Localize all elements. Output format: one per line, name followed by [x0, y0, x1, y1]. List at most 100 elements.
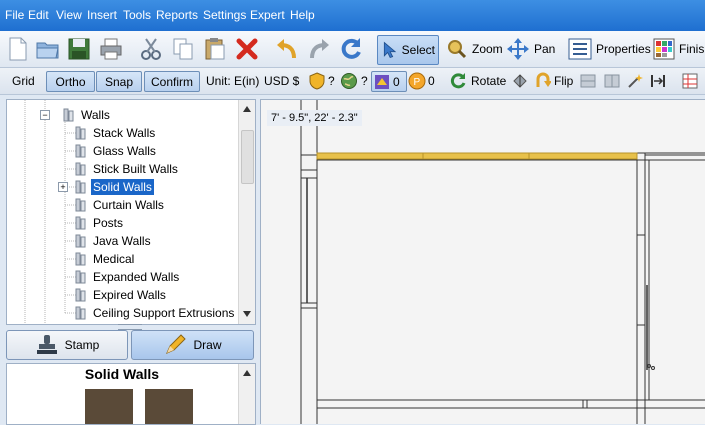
scroll-up-icon[interactable]	[242, 369, 252, 377]
rotate-icon	[450, 73, 466, 89]
drawing-canvas[interactable]	[260, 99, 705, 424]
tree-item-label: Solid Walls	[91, 179, 154, 195]
menu-edit[interactable]: Edit	[28, 8, 49, 22]
wall-finish-swatch[interactable]	[145, 389, 193, 424]
properties-list-icon	[568, 38, 592, 60]
wall-item-icon	[75, 126, 86, 140]
item-preview-panel: Solid Walls	[6, 363, 256, 425]
report-grid-icon[interactable]	[682, 73, 698, 89]
menu-view[interactable]: View	[56, 8, 82, 22]
open-folder-icon[interactable]	[35, 36, 61, 62]
finish-label: Finish	[679, 42, 705, 56]
expand-icon[interactable]: +	[58, 182, 68, 192]
tree-item[interactable]: Java Walls	[60, 232, 153, 250]
refresh-icon[interactable]	[338, 36, 364, 62]
collapse-icon[interactable]: −	[40, 110, 50, 120]
redo-icon[interactable]	[306, 36, 332, 62]
tree-item-label: Java Walls	[93, 234, 151, 248]
placement-mode-bar: Stamp Draw	[6, 330, 254, 360]
rotate-button[interactable]: Rotate	[450, 72, 506, 89]
layers-icon	[375, 74, 389, 89]
tree-item-label: Medical	[93, 252, 135, 266]
tree-scrollbar[interactable]	[238, 100, 255, 324]
magnifier-icon	[448, 40, 467, 59]
tree-scroll-thumb[interactable]	[241, 130, 254, 184]
flip-button[interactable]: Flip	[535, 72, 573, 89]
ortho-toggle[interactable]: Ortho	[46, 71, 95, 92]
wall-item-icon	[75, 288, 86, 302]
new-file-icon[interactable]	[5, 36, 31, 62]
scroll-up-icon[interactable]	[242, 105, 252, 113]
delete-icon[interactable]	[234, 36, 260, 62]
split-vertical-icon[interactable]	[604, 73, 620, 89]
preview-scrollbar[interactable]	[238, 364, 255, 424]
wall-item-icon	[75, 234, 86, 248]
tree-item[interactable]: Medical	[60, 250, 136, 268]
pan-arrows-icon	[507, 38, 529, 60]
finish-button[interactable]: Finish	[653, 35, 705, 63]
tree-item[interactable]: Curtain Walls	[60, 196, 166, 214]
catalog-tree: − Walls Stack Walls Glass Walls Stick Buil…	[6, 99, 256, 325]
svg-text:P: P	[414, 77, 421, 88]
zoom-tool-button[interactable]: Zoom	[446, 35, 503, 63]
properties-label: Properties	[596, 42, 651, 56]
pencil-icon	[166, 334, 187, 354]
tree-item[interactable]: Expired Walls	[60, 286, 168, 304]
cursor-arrow-icon	[383, 41, 397, 58]
menu-tools[interactable]: Tools	[123, 8, 151, 22]
tree-item[interactable]: Stack Walls	[60, 124, 157, 142]
select-tool-button[interactable]: Select	[377, 35, 439, 65]
rotate-label: Rotate	[471, 73, 507, 88]
select-label: Select	[401, 43, 435, 57]
globe-icon[interactable]	[340, 72, 358, 90]
tree-item-label: Stack Walls	[93, 126, 156, 140]
wall-folder-icon	[63, 108, 74, 122]
cut-icon[interactable]	[138, 36, 164, 62]
save-icon[interactable]	[66, 36, 92, 62]
menu-insert[interactable]: Insert	[87, 8, 117, 22]
print-icon[interactable]	[98, 36, 124, 62]
layer-count-toggle[interactable]: 0	[371, 71, 407, 92]
highlighted-wall-segment[interactable]	[316, 152, 638, 160]
scroll-down-icon[interactable]	[242, 310, 252, 318]
option-bar: Grid Ortho Snap Confirm Unit: E(in) USD …	[0, 68, 705, 95]
tree-item[interactable]: Posts	[60, 214, 125, 232]
price-coin-icon[interactable]: P	[408, 72, 426, 90]
menu-settings[interactable]: Settings	[203, 8, 246, 22]
tree-item[interactable]: Stick Built Walls	[60, 160, 180, 178]
snap-toggle[interactable]: Snap	[96, 71, 142, 92]
paste-icon[interactable]	[202, 36, 228, 62]
pan-tool-button[interactable]: Pan	[506, 35, 555, 63]
confirm-toggle[interactable]: Confirm	[144, 71, 200, 92]
tree-node-walls[interactable]: − Walls	[40, 106, 112, 124]
undo-icon[interactable]	[274, 36, 300, 62]
wall-item-icon	[75, 216, 86, 230]
shield-icon[interactable]	[308, 72, 326, 90]
unit-label[interactable]: Unit: E(in)	[206, 74, 259, 88]
layer-count: 0	[393, 74, 400, 89]
tree-item[interactable]: Ceiling Support Extrusions	[60, 304, 236, 322]
copy-icon[interactable]	[170, 36, 196, 62]
mirror-icon[interactable]	[512, 73, 528, 89]
tree-item[interactable]: Expanded Walls	[60, 268, 181, 286]
split-horizontal-icon[interactable]	[580, 73, 596, 89]
align-icon[interactable]	[650, 73, 666, 89]
draw-label: Draw	[193, 338, 222, 352]
tree-item[interactable]: Glass Walls	[60, 142, 158, 160]
wall-finish-swatch[interactable]	[85, 389, 133, 424]
tree-item-label: Expired Walls	[93, 288, 166, 302]
menu-file[interactable]: File	[5, 8, 24, 22]
properties-button[interactable]: Properties	[568, 35, 651, 63]
wall-item-icon	[75, 162, 86, 176]
menu-help[interactable]: Help	[290, 8, 315, 22]
magic-wand-icon[interactable]	[627, 73, 643, 89]
menu-reports[interactable]: Reports	[156, 8, 198, 22]
currency-label[interactable]: USD $	[264, 74, 299, 88]
tree-item-label: Glass Walls	[93, 144, 156, 158]
grid-label[interactable]: Grid	[12, 74, 35, 88]
draw-button[interactable]: Draw	[131, 330, 254, 360]
tree-item[interactable]: + Solid Walls	[58, 178, 154, 196]
wall-item-icon	[75, 252, 86, 266]
menu-expert[interactable]: Expert	[250, 8, 285, 22]
stamp-button[interactable]: Stamp	[6, 330, 128, 360]
